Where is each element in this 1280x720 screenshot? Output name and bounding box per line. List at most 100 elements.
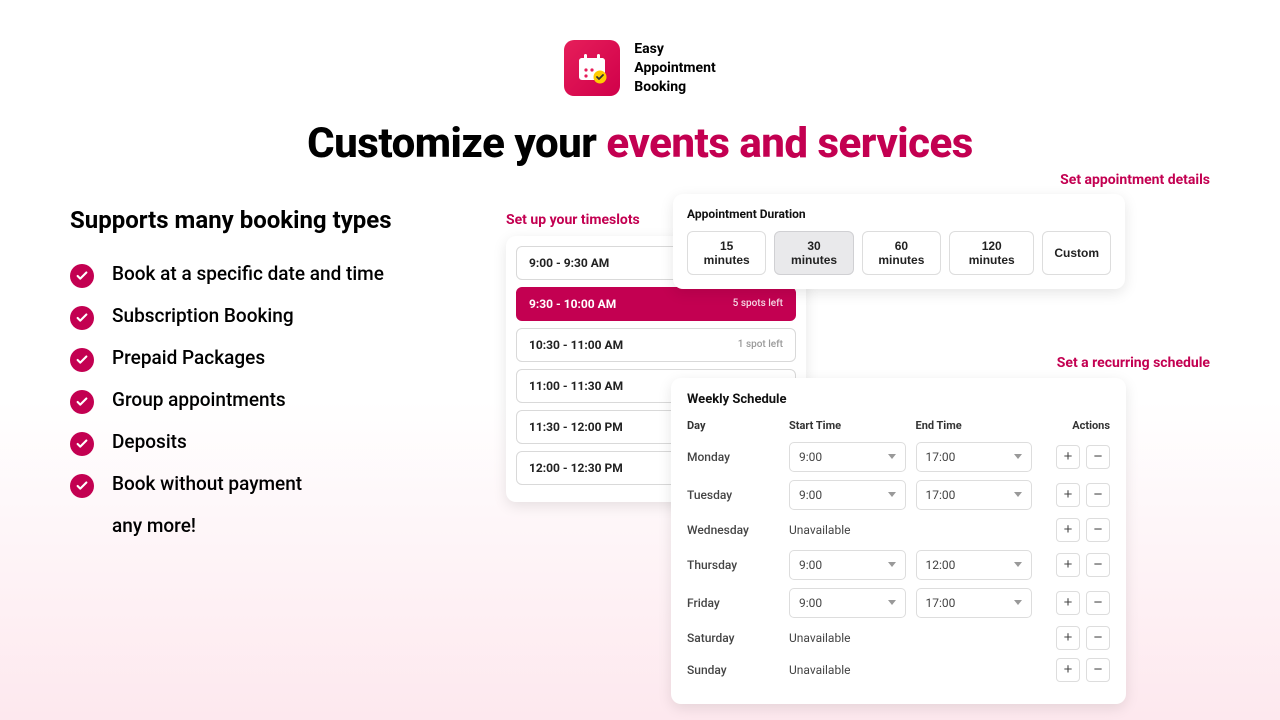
schedule-day: Thursday <box>687 558 779 572</box>
timeslot-time: 11:00 - 11:30 AM <box>529 379 623 393</box>
feature-item: Book without payment <box>70 472 470 498</box>
check-icon <box>70 306 94 330</box>
schedule-title: Weekly Schedule <box>687 392 1110 407</box>
schedule-day: Sunday <box>687 663 779 677</box>
end-time-select[interactable]: 17:00 <box>916 588 1033 618</box>
time-value: 12:00 <box>926 558 956 572</box>
add-slot-button[interactable]: + <box>1056 483 1080 507</box>
duration-option[interactable]: 120 minutes <box>949 231 1034 275</box>
duration-option[interactable]: 60 minutes <box>862 231 941 275</box>
feature-text: Book without payment <box>112 472 302 495</box>
add-slot-button[interactable]: + <box>1056 626 1080 650</box>
details-label: Set appointment details <box>1060 172 1210 188</box>
calendar-icon <box>564 40 620 96</box>
schedule-header: Day Start Time End Time Actions <box>687 419 1110 432</box>
remove-slot-button[interactable]: − <box>1086 553 1110 577</box>
row-actions: +− <box>1042 518 1110 542</box>
check-icon <box>70 348 94 372</box>
feature-list: Book at a specific date and time Subscrip… <box>70 262 470 498</box>
schedule-row: Monday 9:00 17:00 +− <box>687 442 1110 472</box>
time-value: 9:00 <box>799 596 822 610</box>
feature-text: Group appointments <box>112 388 286 411</box>
add-slot-button[interactable]: + <box>1056 445 1080 469</box>
recurring-label: Set a recurring schedule <box>1057 355 1210 371</box>
extra-text: any more! <box>112 514 470 537</box>
duration-option[interactable]: 15 minutes <box>687 231 766 275</box>
feature-text: Prepaid Packages <box>112 346 265 369</box>
check-icon <box>70 264 94 288</box>
chevron-down-icon <box>1014 600 1022 605</box>
col-end: End Time <box>916 419 1033 432</box>
start-time-select[interactable]: 9:00 <box>789 550 906 580</box>
row-actions: +− <box>1042 483 1110 507</box>
schedule-row: SaturdayUnavailable+− <box>687 626 1110 650</box>
row-actions: +− <box>1042 658 1110 682</box>
add-slot-button[interactable]: + <box>1056 591 1080 615</box>
time-value: 17:00 <box>926 488 956 502</box>
start-time-select[interactable]: 9:00 <box>789 588 906 618</box>
unavailable-text: Unavailable <box>789 631 1032 645</box>
feature-item: Prepaid Packages <box>70 346 470 372</box>
schedule-day: Monday <box>687 450 779 464</box>
schedule-row: Thursday 9:00 12:00 +− <box>687 550 1110 580</box>
end-time-select[interactable]: 12:00 <box>916 550 1033 580</box>
row-actions: +− <box>1042 445 1110 469</box>
duration-option[interactable]: 30 minutes <box>774 231 853 275</box>
schedule-day: Tuesday <box>687 488 779 502</box>
chevron-down-icon <box>1014 492 1022 497</box>
feature-item: Book at a specific date and time <box>70 262 470 288</box>
duration-title: Appointment Duration <box>687 207 1111 221</box>
chevron-down-icon <box>888 562 896 567</box>
col-actions: Actions <box>1042 419 1110 432</box>
timeslot-time: 12:00 - 12:30 PM <box>529 461 623 475</box>
app-name: Easy Appointment Booking <box>634 40 715 97</box>
time-value: 9:00 <box>799 488 822 502</box>
add-slot-button[interactable]: + <box>1056 553 1080 577</box>
row-actions: +− <box>1042 553 1110 577</box>
row-actions: +− <box>1042 591 1110 615</box>
schedule-day: Wednesday <box>687 523 779 537</box>
remove-slot-button[interactable]: − <box>1086 445 1110 469</box>
page-headline: Customize your events and services <box>70 119 1210 168</box>
schedule-row: Sunday Unavailable +− <box>687 658 1110 682</box>
col-day: Day <box>687 419 779 432</box>
timeslot-time: 9:00 - 9:30 AM <box>529 256 609 270</box>
schedule-row: WednesdayUnavailable+− <box>687 518 1110 542</box>
schedule-day: Friday <box>687 596 779 610</box>
remove-slot-button[interactable]: − <box>1086 518 1110 542</box>
timeslot-availability: 1 spot left <box>738 339 783 350</box>
timeslot-time: 9:30 - 10:00 AM <box>529 297 616 311</box>
end-time-select[interactable]: 17:00 <box>916 442 1033 472</box>
schedule-panel: Weekly Schedule Day Start Time End Time … <box>671 378 1126 704</box>
timeslot-time: 10:30 - 11:00 AM <box>529 338 623 352</box>
app-logo: Easy Appointment Booking <box>70 40 1210 97</box>
feature-text: Book at a specific date and time <box>112 262 384 285</box>
add-slot-button[interactable]: + <box>1056 658 1080 682</box>
timeslots-label: Set up your timeslots <box>506 212 640 228</box>
chevron-down-icon <box>1014 454 1022 459</box>
time-value: 17:00 <box>926 450 956 464</box>
timeslot-option[interactable]: 9:30 - 10:00 AM 5 spots left <box>516 287 796 321</box>
timeslot-availability: 5 spots left <box>733 298 783 309</box>
remove-slot-button[interactable]: − <box>1086 483 1110 507</box>
feature-item: Subscription Booking <box>70 304 470 330</box>
add-slot-button[interactable]: + <box>1056 518 1080 542</box>
duration-panel: Appointment Duration 15 minutes30 minute… <box>673 194 1125 289</box>
unavailable-text: Unavailable <box>789 663 1032 677</box>
start-time-select[interactable]: 9:00 <box>789 442 906 472</box>
remove-slot-button[interactable]: − <box>1086 658 1110 682</box>
end-time-select[interactable]: 17:00 <box>916 480 1033 510</box>
row-actions: +− <box>1042 626 1110 650</box>
timeslot-option[interactable]: 10:30 - 11:00 AM 1 spot left <box>516 328 796 362</box>
remove-slot-button[interactable]: − <box>1086 626 1110 650</box>
feature-item: Deposits <box>70 430 470 456</box>
chevron-down-icon <box>1014 562 1022 567</box>
chevron-down-icon <box>888 492 896 497</box>
duration-options: 15 minutes30 minutes60 minutes120 minute… <box>687 231 1111 275</box>
start-time-select[interactable]: 9:00 <box>789 480 906 510</box>
duration-option[interactable]: Custom <box>1042 231 1111 275</box>
check-icon <box>70 474 94 498</box>
schedule-row: Tuesday 9:00 17:00 +− <box>687 480 1110 510</box>
remove-slot-button[interactable]: − <box>1086 591 1110 615</box>
check-icon <box>70 432 94 456</box>
